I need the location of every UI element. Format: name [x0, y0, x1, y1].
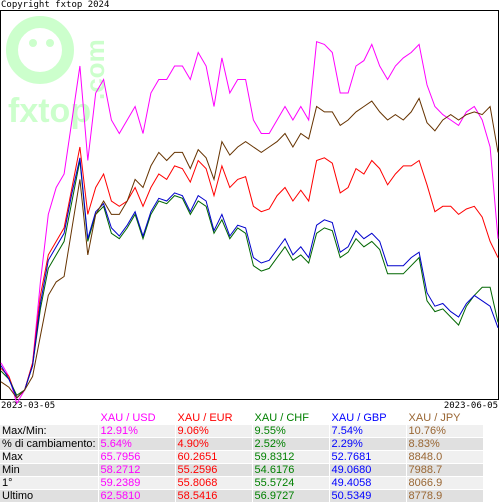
stats-cell: 4.90%	[175, 437, 253, 451]
chart: fxtop .com	[0, 10, 499, 405]
stats-cell: 8.83%	[406, 437, 484, 451]
stats-cell: 50.5349	[329, 489, 407, 503]
stats-cell: 52.7681	[329, 450, 407, 464]
stats-cell: 2.29%	[329, 437, 407, 451]
x-axis-end-label: 2023-06-05	[443, 401, 498, 411]
stats-row-label: Ultimo	[0, 489, 99, 503]
watermark-smiley-eye-right	[46, 39, 54, 47]
stats-header-empty	[0, 412, 99, 425]
series-line-xau-chf	[0, 160, 499, 397]
series-line-xau-usd	[0, 41, 499, 405]
stats-header-xau-gbp: XAU / GBP	[329, 412, 407, 425]
watermark-smiley-face	[6, 16, 74, 84]
stats-cell: 59.8312	[252, 450, 330, 464]
stats-cell: 8778.9	[406, 489, 484, 503]
stats-row: Min 58.2712 55.2596 54.6176 49.0680 7988.7	[0, 463, 484, 477]
stats-row-label: Max/Min:	[0, 424, 99, 438]
stats-cell: 49.4058	[329, 476, 407, 490]
stats-cell: 10.76%	[406, 424, 484, 438]
stats-cell: 9.55%	[252, 424, 330, 438]
stats-header-xau-eur: XAU / EUR	[175, 412, 253, 425]
stats-cell: 55.2596	[175, 463, 253, 477]
stats-cell: 49.0680	[329, 463, 407, 477]
stats-cell: 5.64%	[98, 437, 176, 451]
stats-cell: 62.5810	[98, 489, 176, 503]
stats-row-label: Min	[0, 463, 99, 477]
stats-cell: 58.5416	[175, 489, 253, 503]
stats-header-xau-jpy: XAU / JPY	[406, 412, 484, 425]
watermark-brand: fxtop	[8, 92, 91, 130]
stats-row: Max 65.7956 60.2651 59.8312 52.7681 8848.0	[0, 450, 484, 464]
stats-row: Ultimo 62.5810 58.5416 56.9727 50.5349 8778.9	[0, 489, 484, 503]
stats-cell: 9.06%	[175, 424, 253, 438]
stats-cell: 12.91%	[98, 424, 176, 438]
stats-row-label: Max	[0, 450, 99, 464]
series-line-xau-gbp	[0, 157, 499, 399]
stats-cell: 8848.0	[406, 450, 484, 464]
stats-cell: 55.8068	[175, 476, 253, 490]
stats-row-label: % di cambiamento:	[0, 437, 99, 451]
stats-row: Max/Min: 12.91% 9.06% 9.55% 7.54% 10.76%	[0, 424, 484, 438]
stats-cell: 59.2389	[98, 476, 176, 490]
stats-cell: 7.54%	[329, 424, 407, 438]
stats-row-label: 1°	[0, 476, 99, 490]
watermark-smiley-eye-left	[29, 39, 37, 47]
stats-row: % di cambiamento: 5.64% 4.90% 2.52% 2.29% 8.8…	[0, 437, 484, 451]
stats-cell: 58.2712	[98, 463, 176, 477]
stats-row: 1° 59.2389 55.8068 55.5724 49.4058 8066.9	[0, 476, 484, 490]
stats-header-row: XAU / USD XAU / EUR XAU / CHF XAU / GBP …	[0, 412, 484, 425]
stats-cell: 56.9727	[252, 489, 330, 503]
series-layer	[0, 41, 499, 405]
stats-cell: 54.6176	[252, 463, 330, 477]
stats-cell: 65.7956	[98, 450, 176, 464]
stats-table: XAU / USD XAU / EUR XAU / CHF XAU / GBP …	[0, 412, 484, 503]
stats-cell: 60.2651	[175, 450, 253, 464]
stats-cell: 8066.9	[406, 476, 484, 490]
stats-header-xau-chf: XAU / CHF	[252, 412, 330, 425]
stats-header-xau-usd: XAU / USD	[98, 412, 176, 425]
x-axis-start-label: 2023-03-05	[1, 401, 56, 411]
stats-cell: 2.52%	[252, 437, 330, 451]
stats-cell: 55.5724	[252, 476, 330, 490]
watermark-logo: fxtop .com	[6, 16, 110, 130]
stats-cell: 7988.7	[406, 463, 484, 477]
